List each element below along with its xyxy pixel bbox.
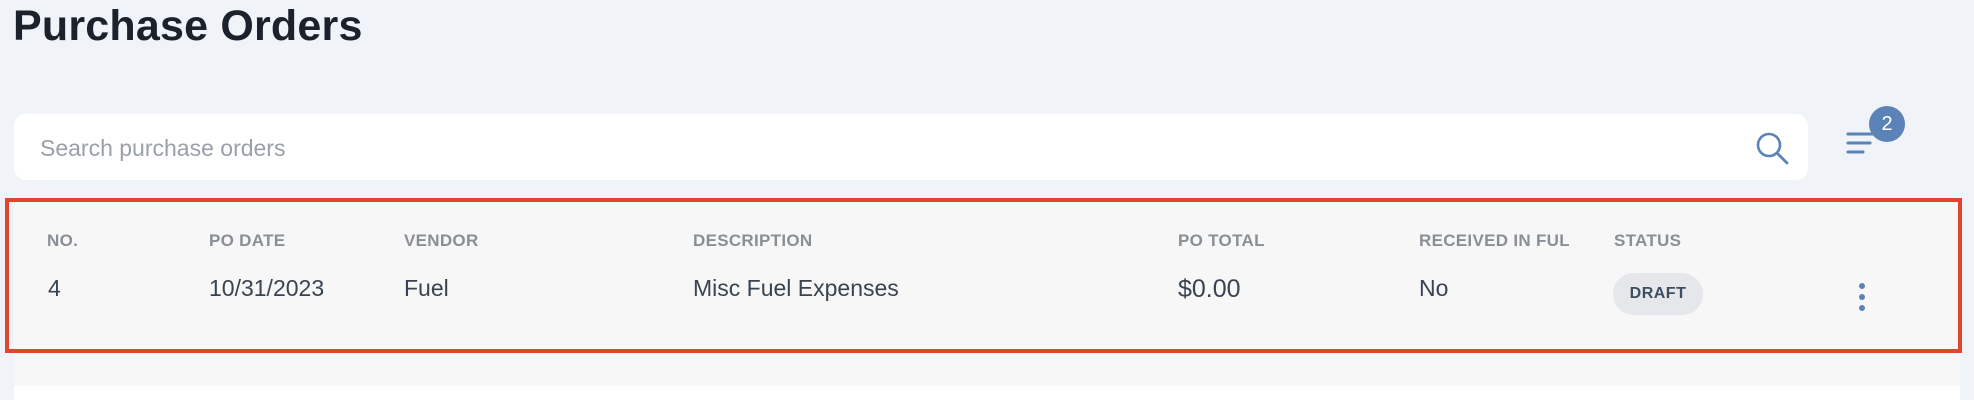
more-options-icon[interactable] xyxy=(1850,280,1874,316)
column-header-received-in-full: RECEIVED IN FUL xyxy=(1419,231,1569,250)
column-header-po-date: PO DATE xyxy=(209,231,286,250)
cell-received-in-full: No xyxy=(1419,275,1449,301)
search-icon[interactable] xyxy=(1754,130,1790,166)
column-header-no: NO. xyxy=(47,231,79,250)
search-input[interactable] xyxy=(38,114,1742,182)
cell-description: Misc Fuel Expenses xyxy=(693,275,899,301)
cell-vendor: Fuel xyxy=(404,275,449,301)
column-header-po-total: PO TOTAL xyxy=(1178,231,1265,250)
table-footer-area xyxy=(14,386,1960,400)
column-header-description: DESCRIPTION xyxy=(693,231,813,250)
column-header-vendor: VENDOR xyxy=(404,231,479,250)
column-header-status: STATUS xyxy=(1614,231,1682,250)
cell-po-date: 10/31/2023 xyxy=(209,275,325,301)
filter-count-badge: 2 xyxy=(1869,106,1905,142)
cell-no: 4 xyxy=(48,275,61,301)
search-bar xyxy=(14,114,1808,182)
cell-po-total: $0.00 xyxy=(1178,275,1241,303)
page-title: Purchase Orders xyxy=(13,2,363,50)
status-badge: DRAFT xyxy=(1613,273,1703,315)
